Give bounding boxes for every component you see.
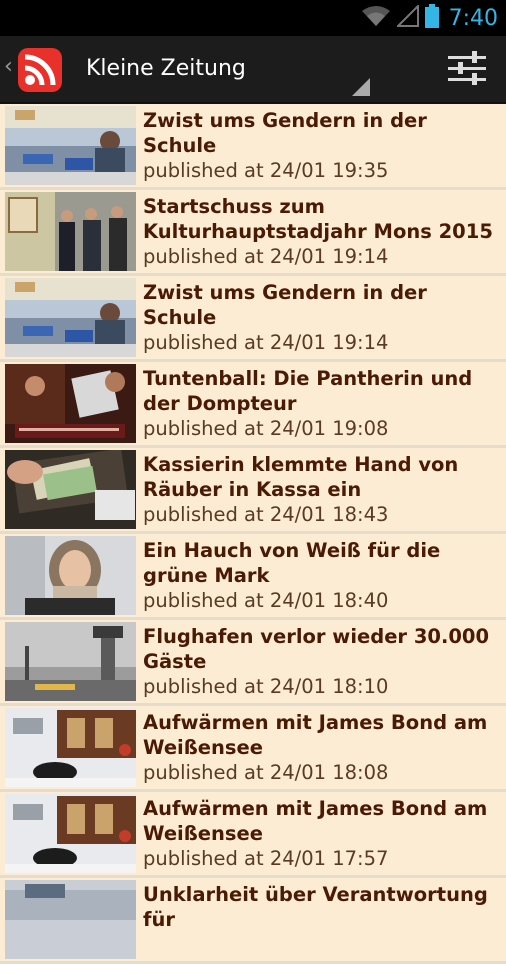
- list-item[interactable]: Flughafen verlor wieder 30.000 Gäste pub…: [0, 620, 506, 706]
- article-title: Kassierin klemmte Hand von Räuber in Kas…: [143, 453, 459, 501]
- article-title: Unklarheit über Verantwortung für: [143, 883, 488, 931]
- list-item[interactable]: Startschuss zum Kulturhauptstadjahr Mons…: [0, 190, 506, 276]
- article-date: published at 24/01 19:14: [143, 245, 389, 268]
- app-title[interactable]: Kleine Zeitung: [86, 56, 246, 81]
- article-date: published at 24/01 18:10: [143, 675, 389, 698]
- article-thumbnail: [5, 708, 136, 787]
- rss-logo-icon[interactable]: [16, 46, 64, 94]
- dropdown-indicator-icon[interactable]: [352, 78, 370, 100]
- article-thumbnail: [5, 278, 136, 357]
- status-bar: 7:40: [0, 0, 506, 36]
- battery-icon: [424, 4, 439, 32]
- article-date: published at 24/01 19:35: [143, 159, 389, 182]
- list-item[interactable]: Aufwärmen mit James Bond am Weißensee pu…: [0, 792, 506, 878]
- article-thumbnail: [5, 192, 136, 271]
- article-title: Tuntenball: Die Pantherin und der Dompte…: [143, 367, 473, 415]
- article-title: Zwist ums Gendern in der Schule: [143, 281, 427, 329]
- article-thumbnail: [5, 622, 136, 701]
- article-date: published at 24/01 18:40: [143, 589, 389, 612]
- list-item[interactable]: Tuntenball: Die Pantherin und der Dompte…: [0, 362, 506, 448]
- signal-icon: [395, 3, 419, 31]
- article-date: published at 24/01 19:08: [143, 417, 389, 440]
- list-item[interactable]: Zwist ums Gendern in der Schule publishe…: [0, 276, 506, 362]
- clock: 7:40: [448, 5, 498, 31]
- article-date: published at 24/01 17:57: [143, 847, 389, 870]
- article-date: published at 24/01 18:43: [143, 503, 389, 526]
- status-icons: 7:40: [361, 0, 498, 36]
- up-caret-icon[interactable]: ‹: [4, 56, 13, 78]
- article-title: Ein Hauch von Weiß für die grüne Mark: [143, 539, 441, 587]
- settings-button[interactable]: [440, 48, 494, 92]
- list-item[interactable]: Aufwärmen mit James Bond am Weißensee pu…: [0, 706, 506, 792]
- list-item[interactable]: Kassierin klemmte Hand von Räuber in Kas…: [0, 448, 506, 534]
- wifi-icon: [361, 5, 391, 31]
- list-item[interactable]: Ein Hauch von Weiß für die grüne Mark pu…: [0, 534, 506, 620]
- article-date: published at 24/01 19:14: [143, 331, 389, 354]
- article-title: Startschuss zum Kulturhauptstadjahr Mons…: [143, 195, 493, 243]
- article-date: published at 24/01 18:08: [143, 761, 389, 784]
- sliders-icon: [448, 50, 486, 90]
- article-thumbnail: [5, 450, 136, 529]
- article-title: Zwist ums Gendern in der Schule: [143, 109, 427, 157]
- action-bar: ‹ Kleine Zeitung: [0, 36, 506, 104]
- article-title: Flughafen verlor wieder 30.000 Gäste: [143, 625, 490, 673]
- list-item[interactable]: Zwist ums Gendern in der Schule publishe…: [0, 104, 506, 190]
- article-title: Aufwärmen mit James Bond am Weißensee: [143, 711, 488, 759]
- article-thumbnail: [5, 364, 136, 443]
- article-list: Zwist ums Gendern in der Schule publishe…: [0, 104, 506, 964]
- list-item[interactable]: Unklarheit über Verantwortung für: [0, 878, 506, 964]
- article-thumbnail: [5, 794, 136, 873]
- article-thumbnail: [5, 880, 136, 959]
- article-title: Aufwärmen mit James Bond am Weißensee: [143, 797, 488, 845]
- article-thumbnail: [5, 106, 136, 185]
- article-thumbnail: [5, 536, 136, 615]
